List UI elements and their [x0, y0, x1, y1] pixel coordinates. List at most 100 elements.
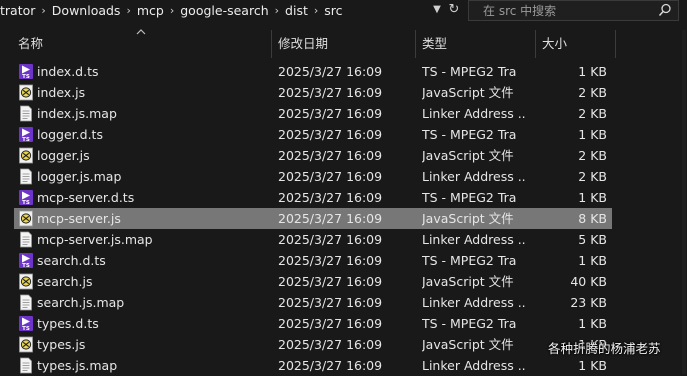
file-name[interactable]: types.d.ts: [37, 313, 269, 334]
file-size: 1 KB: [578, 127, 607, 142]
breadcrumb-item[interactable]: google-search: [174, 3, 268, 18]
chevron-right-icon[interactable]: ›: [164, 4, 174, 17]
breadcrumb-item[interactable]: trator: [0, 3, 35, 18]
text-file-icon: [20, 231, 32, 248]
file-type: TS - MPEG2 Tra: [422, 64, 517, 79]
ts-video-icon: TS: [19, 190, 33, 206]
file-modified-date: 2025/3/27 16:09: [278, 211, 383, 226]
file-type: TS - MPEG2 Tra: [422, 253, 517, 268]
file-row[interactable]: index.js 2025/3/27 16:09 JavaScript 文件 2 KB: [14, 82, 612, 103]
file-name[interactable]: types.js.map: [37, 355, 269, 376]
svg-text:TS: TS: [22, 137, 30, 143]
breadcrumb-item[interactable]: dist: [279, 3, 308, 18]
refresh-icon[interactable]: ↻: [446, 2, 462, 18]
search-box[interactable]: [468, 0, 679, 21]
column-divider[interactable]: [271, 30, 272, 58]
chevron-right-icon[interactable]: ›: [308, 4, 318, 17]
file-type: Linker Address ...: [422, 232, 526, 247]
file-size: 23 KB: [570, 295, 607, 310]
file-size: 1 KB: [578, 253, 607, 268]
file-type: Linker Address ...: [422, 295, 526, 310]
file-row[interactable]: types.js.map 2025/3/27 16:09 Linker Addres…: [14, 355, 612, 376]
file-name[interactable]: mcp-server.d.ts: [37, 187, 269, 208]
column-header-type[interactable]: 类型: [422, 30, 447, 58]
file-name[interactable]: index.js: [37, 82, 269, 103]
chevron-right-icon[interactable]: ›: [120, 4, 130, 17]
file-name[interactable]: logger.js.map: [37, 166, 269, 187]
file-name[interactable]: index.js.map: [37, 103, 269, 124]
file-name[interactable]: search.js: [37, 271, 269, 292]
file-row[interactable]: TS index.d.ts 2025/3/27 16:09 TS - MPEG2 Tr…: [14, 61, 612, 82]
breadcrumb-item[interactable]: Downloads: [46, 3, 121, 18]
file-row[interactable]: TS search.d.ts 2025/3/27 16:09 TS - MPEG2 T…: [14, 250, 612, 271]
file-type: Linker Address ...: [422, 106, 526, 121]
sort-ascending-icon[interactable]: [136, 28, 146, 36]
file-name[interactable]: search.js.map: [37, 292, 269, 313]
file-row[interactable]: logger.js 2025/3/27 16:09 JavaScript 文件 2 K…: [14, 145, 612, 166]
file-row[interactable]: mcp-server.js.map 2025/3/27 16:09 Linker A…: [14, 229, 612, 250]
file-row[interactable]: TS types.d.ts 2025/3/27 16:09 TS - MPEG2 Tr…: [14, 313, 612, 334]
file-row[interactable]: TS mcp-server.d.ts 2025/3/27 16:09 TS - MPE…: [14, 187, 612, 208]
column-header-bar: 名称 修改日期 类型 大小: [0, 28, 687, 58]
text-file-icon: [20, 294, 32, 311]
file-modified-date: 2025/3/27 16:09: [278, 274, 383, 289]
file-row[interactable]: logger.js.map 2025/3/27 16:09 Linker Addre…: [14, 166, 612, 187]
file-name[interactable]: mcp-server.js: [37, 208, 269, 229]
file-type: JavaScript 文件: [422, 85, 514, 100]
breadcrumb-item[interactable]: src: [318, 3, 342, 18]
vertical-scrollbar[interactable]: [681, 30, 687, 374]
file-size: 1 KB: [578, 316, 607, 331]
file-modified-date: 2025/3/27 16:09: [278, 106, 383, 121]
file-size: 2 KB: [578, 85, 607, 100]
column-header-size[interactable]: 大小: [542, 30, 567, 58]
file-name[interactable]: logger.js: [37, 145, 269, 166]
file-name[interactable]: index.d.ts: [37, 61, 269, 82]
file-row[interactable]: search.js 2025/3/27 16:09 JavaScript 文件 40 …: [14, 271, 612, 292]
file-size: 1 KB: [578, 190, 607, 205]
file-name[interactable]: types.js: [37, 334, 269, 355]
column-divider[interactable]: [535, 30, 536, 58]
file-size: 8 KB: [578, 211, 607, 226]
column-divider[interactable]: [615, 30, 616, 58]
column-header-name[interactable]: 名称: [18, 30, 43, 58]
chevron-right-icon[interactable]: ›: [269, 4, 279, 17]
file-type: TS - MPEG2 Tra: [422, 190, 517, 205]
text-file-icon: [20, 105, 32, 122]
text-file-icon: [20, 357, 32, 374]
file-type: TS - MPEG2 Tra: [422, 316, 517, 331]
svg-text:TS: TS: [22, 326, 30, 332]
search-icon[interactable]: [658, 3, 672, 17]
file-size: 40 KB: [570, 274, 607, 289]
file-modified-date: 2025/3/27 16:09: [278, 358, 383, 373]
js-file-icon: [19, 147, 33, 164]
file-row[interactable]: mcp-server.js 2025/3/27 16:09 JavaScript 文…: [14, 208, 612, 229]
ts-video-icon: TS: [19, 316, 33, 332]
column-header-date[interactable]: 修改日期: [278, 30, 328, 58]
file-size: 2 KB: [578, 106, 607, 121]
file-row[interactable]: types.js 2025/3/27 16:09 JavaScript 文件 1 KB: [14, 334, 612, 355]
file-name[interactable]: mcp-server.js.map: [37, 229, 269, 250]
file-modified-date: 2025/3/27 16:09: [278, 64, 383, 79]
file-modified-date: 2025/3/27 16:09: [278, 337, 383, 352]
file-modified-date: 2025/3/27 16:09: [278, 127, 383, 142]
address-bar[interactable]: trator › Downloads › mcp › google-search…: [0, 0, 466, 21]
column-divider[interactable]: [415, 30, 416, 58]
breadcrumb-item[interactable]: mcp: [131, 3, 164, 18]
file-type: JavaScript 文件: [422, 274, 514, 289]
file-name[interactable]: search.d.ts: [37, 250, 269, 271]
js-file-icon: [19, 336, 33, 353]
file-name[interactable]: logger.d.ts: [37, 124, 269, 145]
svg-text:TS: TS: [22, 200, 30, 206]
file-row[interactable]: search.js.map 2025/3/27 16:09 Linker Addre…: [14, 292, 612, 313]
chevron-right-icon[interactable]: ›: [35, 4, 45, 17]
js-file-icon: [19, 210, 33, 227]
file-type: JavaScript 文件: [422, 337, 514, 352]
chevron-down-icon[interactable]: ▼: [430, 3, 444, 17]
file-row[interactable]: TS logger.d.ts 2025/3/27 16:09 TS - MPEG2 T…: [14, 124, 612, 145]
file-row[interactable]: index.js.map 2025/3/27 16:09 Linker Addres…: [14, 103, 612, 124]
search-input[interactable]: [469, 1, 668, 20]
ts-video-icon: TS: [19, 253, 33, 269]
js-file-icon: [19, 84, 33, 101]
file-size: 5 KB: [578, 232, 607, 247]
file-modified-date: 2025/3/27 16:09: [278, 85, 383, 100]
